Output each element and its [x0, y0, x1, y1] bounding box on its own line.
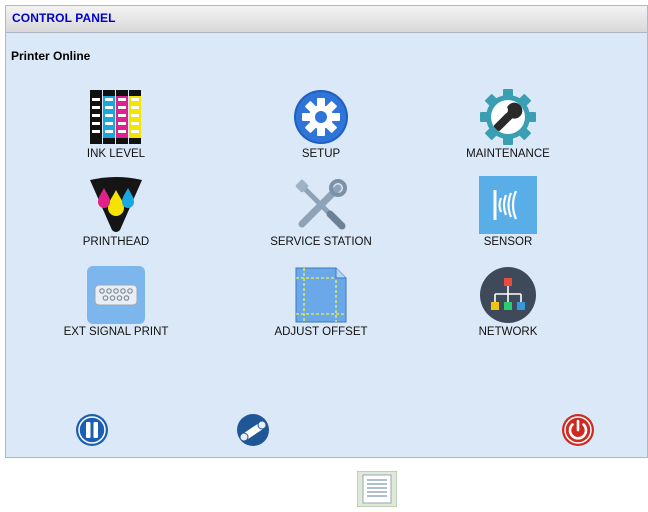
- printer-status: Printer Online: [11, 49, 91, 63]
- sensor-wave-icon: [479, 176, 537, 234]
- panel-title: CONTROL PANEL: [12, 11, 116, 25]
- sensor-button[interactable]: SENSOR: [428, 176, 588, 248]
- gear-icon: [294, 90, 348, 144]
- sensor-label: SENSOR: [483, 236, 533, 248]
- control-panel: CONTROL PANEL Printer Online INK LEVEL S…: [5, 5, 648, 458]
- adjust-offset-label: ADJUST OFFSET: [274, 326, 368, 338]
- network-icon: [480, 267, 536, 323]
- service-station-label: SERVICE STATION: [270, 236, 372, 248]
- document-list-icon: [356, 470, 398, 508]
- service-station-button[interactable]: SERVICE STATION: [241, 176, 401, 248]
- power-icon: [562, 414, 594, 446]
- document-list-button[interactable]: [356, 470, 398, 512]
- network-label: NETWORK: [478, 326, 538, 338]
- tools-icon: [295, 179, 347, 230]
- wrench-gear-icon: [480, 89, 536, 145]
- power-button[interactable]: [561, 413, 595, 452]
- printhead-button[interactable]: PRINTHEAD: [36, 176, 196, 248]
- printhead-label: PRINTHEAD: [82, 236, 150, 248]
- ext-signal-print-button[interactable]: EXT SIGNAL PRINT: [36, 266, 196, 338]
- adjust-offset-icon: [295, 267, 347, 323]
- maintenance-button[interactable]: MAINTENANCE: [428, 88, 588, 160]
- adjust-offset-button[interactable]: ADJUST OFFSET: [241, 266, 401, 338]
- pause-icon: [76, 414, 108, 446]
- ink-level-icon: [90, 90, 141, 144]
- setup-label: SETUP: [301, 148, 341, 160]
- ink-level-button[interactable]: INK LEVEL: [36, 88, 196, 160]
- title-bar: CONTROL PANEL: [6, 6, 647, 33]
- pause-button[interactable]: [75, 413, 109, 452]
- setup-button[interactable]: SETUP: [241, 88, 401, 160]
- maintenance-label: MAINTENANCE: [466, 148, 550, 160]
- printhead-icon: [90, 177, 142, 232]
- paper-roll-icon: [237, 414, 269, 446]
- feed-button[interactable]: [235, 413, 271, 452]
- network-button[interactable]: NETWORK: [428, 266, 588, 338]
- ink-level-label: INK LEVEL: [86, 148, 146, 160]
- ext-signal-icon: [87, 266, 145, 324]
- ext-signal-print-label: EXT SIGNAL PRINT: [63, 326, 169, 338]
